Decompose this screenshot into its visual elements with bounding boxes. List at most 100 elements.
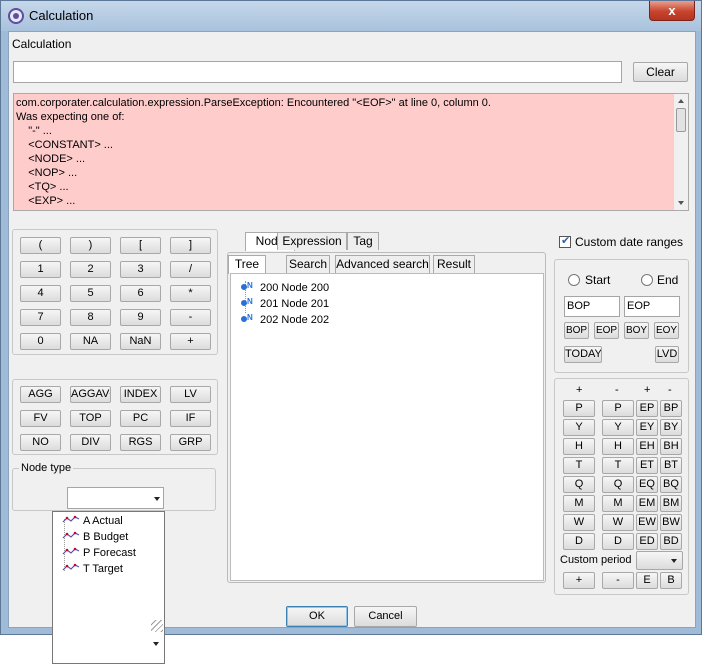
period-bottom-button[interactable]: E bbox=[636, 572, 658, 589]
quick-date-button[interactable]: EOP bbox=[594, 322, 619, 339]
node-type-option[interactable]: A Actual bbox=[62, 515, 123, 527]
tab-tag[interactable]: Tag bbox=[347, 232, 379, 250]
today-button[interactable]: TODAY bbox=[564, 346, 602, 363]
period-button[interactable]: BT bbox=[660, 457, 682, 474]
period-button[interactable]: M bbox=[563, 495, 595, 512]
keypad-button[interactable]: 1 bbox=[20, 261, 61, 278]
node-type-combo[interactable] bbox=[67, 487, 164, 509]
period-button[interactable]: BH bbox=[660, 438, 682, 455]
start-date-field[interactable]: BOP bbox=[564, 296, 620, 317]
period-button[interactable]: BM bbox=[660, 495, 682, 512]
quick-date-button[interactable]: EOY bbox=[654, 322, 679, 339]
period-bottom-button[interactable]: + bbox=[563, 572, 595, 589]
keypad-button[interactable]: 4 bbox=[20, 285, 61, 302]
function-button[interactable]: DIV bbox=[70, 434, 111, 451]
keypad-button[interactable]: 5 bbox=[70, 285, 111, 302]
end-radio[interactable] bbox=[641, 274, 653, 286]
custom-period-combo[interactable] bbox=[636, 551, 683, 570]
period-button[interactable]: T bbox=[602, 457, 634, 474]
resize-grip-icon[interactable] bbox=[151, 620, 163, 632]
clear-button[interactable]: Clear bbox=[633, 62, 688, 82]
scroll-down-arrow-icon[interactable] bbox=[678, 201, 684, 205]
subtab-advanced-search[interactable]: Advanced search bbox=[335, 255, 430, 273]
period-button[interactable]: D bbox=[563, 533, 595, 550]
keypad-button[interactable]: [ bbox=[120, 237, 161, 254]
function-button[interactable]: AGGAVG bbox=[70, 386, 111, 403]
function-button[interactable]: NO bbox=[20, 434, 61, 451]
period-button[interactable]: D bbox=[602, 533, 634, 550]
function-button[interactable]: TOP bbox=[70, 410, 111, 427]
period-button[interactable]: EP bbox=[636, 400, 658, 417]
period-button[interactable]: M bbox=[602, 495, 634, 512]
chevron-down-icon[interactable] bbox=[154, 497, 160, 501]
function-button[interactable]: INDEX bbox=[120, 386, 161, 403]
error-scrollbar[interactable] bbox=[673, 94, 688, 210]
ok-button[interactable]: OK bbox=[286, 606, 348, 627]
period-button[interactable]: H bbox=[563, 438, 595, 455]
period-button[interactable]: Q bbox=[563, 476, 595, 493]
tree-node[interactable]: 200 Node 200 bbox=[241, 281, 329, 294]
cancel-button[interactable]: Cancel bbox=[354, 606, 417, 627]
keypad-button[interactable]: + bbox=[170, 333, 211, 350]
period-button[interactable]: W bbox=[563, 514, 595, 531]
node-type-option[interactable]: P Forecast bbox=[62, 547, 136, 559]
keypad-button[interactable]: 7 bbox=[20, 309, 61, 326]
title-bar[interactable]: Calculation x bbox=[1, 1, 701, 31]
keypad-button[interactable]: 0 bbox=[20, 333, 61, 350]
keypad-button[interactable]: 8 bbox=[70, 309, 111, 326]
period-button[interactable]: T bbox=[563, 457, 595, 474]
period-button[interactable]: BY bbox=[660, 419, 682, 436]
period-bottom-button[interactable]: - bbox=[602, 572, 634, 589]
period-button[interactable]: BD bbox=[660, 533, 682, 550]
function-button[interactable]: AGG bbox=[20, 386, 61, 403]
keypad-button[interactable]: NA bbox=[70, 333, 111, 350]
scroll-thumb[interactable] bbox=[676, 108, 686, 132]
function-button[interactable]: RGS bbox=[120, 434, 161, 451]
period-button[interactable]: BQ bbox=[660, 476, 682, 493]
expression-input[interactable] bbox=[13, 61, 622, 83]
subtab-search[interactable]: Search bbox=[286, 255, 330, 273]
period-button[interactable]: EH bbox=[636, 438, 658, 455]
function-button[interactable]: IF bbox=[170, 410, 211, 427]
lvd-button[interactable]: LVD bbox=[655, 346, 679, 363]
list-scroll-down-icon[interactable] bbox=[153, 642, 159, 646]
period-button[interactable]: Q bbox=[602, 476, 634, 493]
custom-date-checkbox[interactable]: ✔ bbox=[559, 235, 571, 248]
period-button[interactable]: EM bbox=[636, 495, 658, 512]
period-button[interactable]: ET bbox=[636, 457, 658, 474]
period-button[interactable]: Y bbox=[602, 419, 634, 436]
function-button[interactable]: LV bbox=[170, 386, 211, 403]
tree-node[interactable]: 201 Node 201 bbox=[241, 297, 329, 310]
period-button[interactable]: EQ bbox=[636, 476, 658, 493]
keypad-button[interactable]: NaN bbox=[120, 333, 161, 350]
close-button[interactable]: x bbox=[649, 1, 695, 21]
period-button[interactable]: EW bbox=[636, 514, 658, 531]
keypad-button[interactable]: ) bbox=[70, 237, 111, 254]
function-button[interactable]: GRP bbox=[170, 434, 211, 451]
period-button[interactable]: EY bbox=[636, 419, 658, 436]
period-button[interactable]: P bbox=[602, 400, 634, 417]
keypad-button[interactable]: - bbox=[170, 309, 211, 326]
keypad-button[interactable]: 9 bbox=[120, 309, 161, 326]
period-button[interactable]: ED bbox=[636, 533, 658, 550]
period-bottom-button[interactable]: B bbox=[660, 572, 682, 589]
period-button[interactable]: BW bbox=[660, 514, 682, 531]
tab-expression[interactable]: Expression bbox=[277, 232, 347, 250]
period-button[interactable]: P bbox=[563, 400, 595, 417]
keypad-button[interactable]: 2 bbox=[70, 261, 111, 278]
function-button[interactable]: PC bbox=[120, 410, 161, 427]
period-button[interactable]: BP bbox=[660, 400, 682, 417]
keypad-button[interactable]: ( bbox=[20, 237, 61, 254]
keypad-button[interactable]: 6 bbox=[120, 285, 161, 302]
chevron-down-icon[interactable] bbox=[671, 559, 677, 563]
function-button[interactable]: FV bbox=[20, 410, 61, 427]
tree-node[interactable]: 202 Node 202 bbox=[241, 313, 329, 326]
period-button[interactable]: W bbox=[602, 514, 634, 531]
keypad-button[interactable]: ] bbox=[170, 237, 211, 254]
quick-date-button[interactable]: BOP bbox=[564, 322, 589, 339]
node-type-option[interactable]: B Budget bbox=[62, 531, 128, 543]
period-button[interactable]: Y bbox=[563, 419, 595, 436]
period-button[interactable]: H bbox=[602, 438, 634, 455]
subtab-tree[interactable]: Tree bbox=[228, 255, 266, 274]
end-date-field[interactable]: EOP bbox=[624, 296, 680, 317]
